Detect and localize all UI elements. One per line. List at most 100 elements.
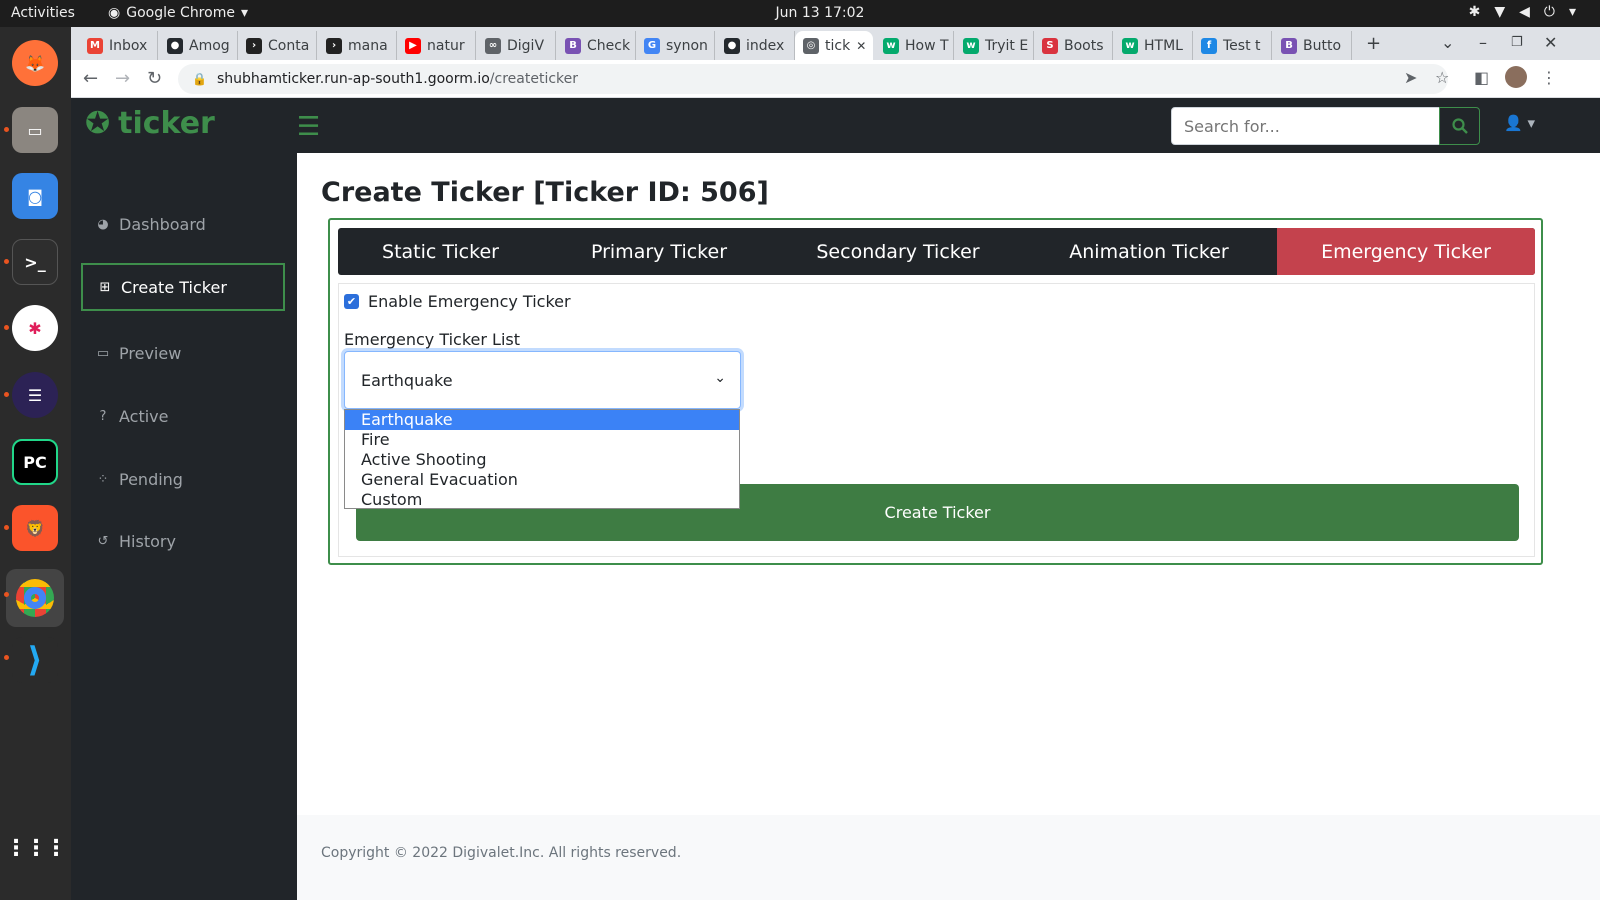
- emergency-ticker-pane: ✔ Enable Emergency Ticker Emergency Tick…: [338, 283, 1535, 557]
- restore-icon[interactable]: ❐: [1511, 35, 1523, 50]
- option-fire[interactable]: Fire: [345, 430, 739, 450]
- main-content: Create Ticker [Ticker ID: 506] Static Ti…: [297, 153, 1600, 900]
- globe-icon: ◎: [803, 37, 819, 54]
- software-store-icon[interactable]: ◙: [12, 173, 58, 219]
- spinner-icon: ⁘: [97, 471, 109, 487]
- back-icon[interactable]: ←: [83, 68, 98, 89]
- browser-tab-label: natur: [427, 37, 465, 54]
- browser-tab[interactable]: ● Amog: [159, 31, 238, 60]
- browser-tab[interactable]: › mana: [318, 31, 397, 60]
- chevron-down-icon: ⌄: [714, 370, 726, 386]
- profile-avatar[interactable]: [1505, 66, 1527, 88]
- vscode-icon[interactable]: ⟩: [12, 637, 58, 683]
- tab-animation-ticker[interactable]: Animation Ticker: [1021, 228, 1277, 275]
- url-host: shubhamticker.run-ap-south1.goorm.io: [216, 71, 490, 87]
- app-navbar: ✪ ticker ☰ 👤 ▾: [71, 98, 1600, 153]
- address-bar[interactable]: 🔒 shubhamticker.run-ap-south1.goorm.io/c…: [178, 64, 1448, 94]
- browser-tab[interactable]: w HTML: [1114, 31, 1193, 60]
- option-active-shooting[interactable]: Active Shooting: [345, 450, 739, 470]
- enable-emergency-label[interactable]: Enable Emergency Ticker: [368, 292, 571, 311]
- system-tray[interactable]: ✱ ▼ ◀ ⏻ ▾: [1469, 4, 1576, 20]
- clock[interactable]: Jun 13 17:02: [0, 5, 1600, 21]
- browser-tab[interactable]: ◎ tick ✕: [795, 31, 873, 60]
- w3schools-icon: w: [883, 37, 899, 54]
- search-input[interactable]: [1171, 107, 1441, 145]
- window-close-icon[interactable]: ✕: [1544, 33, 1557, 52]
- system-top-bar: Activities ◉ Google Chrome ▾ Jun 13 17:0…: [0, 0, 1600, 27]
- sidebar-item-history[interactable]: ↺ History: [81, 517, 285, 565]
- browser-tab[interactable]: ▶ natur: [397, 31, 476, 60]
- brave-icon[interactable]: 🦁: [12, 505, 58, 551]
- option-custom[interactable]: Custom: [345, 490, 739, 510]
- ticker-form-card: Static Ticker Primary Ticker Secondary T…: [328, 218, 1543, 565]
- sidebar-item-dashboard[interactable]: ◕ Dashboard: [81, 200, 285, 248]
- browser-tab[interactable]: w Tryit E: [955, 31, 1034, 60]
- bookmark-star-icon[interactable]: ☆: [1435, 68, 1449, 87]
- browser-tab[interactable]: w How T: [875, 31, 954, 60]
- w3schools-icon: w: [1122, 37, 1138, 54]
- tab-static-ticker[interactable]: Static Ticker: [338, 228, 543, 275]
- browser-tab[interactable]: › Conta: [238, 31, 317, 60]
- browser-tab-label: Tryit E: [985, 37, 1029, 54]
- google-icon: G: [644, 37, 660, 54]
- new-tab-button[interactable]: +: [1366, 33, 1381, 54]
- copyright-text: Copyright © 2022 Digivalet.Inc. All righ…: [321, 845, 682, 861]
- sidebar-item-label: History: [119, 531, 176, 551]
- sidebar-item-pending[interactable]: ⁘ Pending: [81, 455, 285, 503]
- pycharm-icon[interactable]: PC: [12, 439, 58, 485]
- tab-secondary-ticker[interactable]: Secondary Ticker: [775, 228, 1021, 275]
- tab-primary-ticker[interactable]: Primary Ticker: [543, 228, 775, 275]
- chrome-dock-icon[interactable]: [6, 569, 64, 627]
- files-icon[interactable]: ▭: [12, 107, 58, 153]
- browser-tab[interactable]: Gsynon: [636, 31, 715, 60]
- terminal-icon: ›: [326, 37, 342, 54]
- sidebar-toggle-icon[interactable]: ☰: [297, 112, 320, 142]
- tab-close-icon[interactable]: ✕: [856, 39, 866, 53]
- browser-tab[interactable]: B Butto: [1273, 31, 1352, 60]
- browser-tab[interactable]: M Inbox: [79, 31, 158, 60]
- tab-search-icon[interactable]: ⌄: [1441, 33, 1454, 52]
- option-earthquake[interactable]: Earthquake: [345, 410, 739, 430]
- browser-tab-label: index: [746, 37, 785, 54]
- show-apps-icon[interactable]: ⋮⋮⋮: [5, 825, 67, 871]
- dock-running-indicator: [4, 392, 9, 397]
- side-panel-icon[interactable]: ◧: [1474, 68, 1489, 87]
- sidebar-item-active[interactable]: ? Active: [81, 392, 285, 440]
- reload-icon[interactable]: ↻: [147, 68, 162, 89]
- dock: 🦊 ▭ ◙ >_ ✱ ☰ PC 🦁 ⟩ ⋮⋮⋮: [0, 27, 71, 900]
- page-title: Create Ticker [Ticker ID: 506]: [321, 177, 769, 208]
- dock-running-indicator: [4, 127, 9, 132]
- browser-tab[interactable]: B Check: [557, 31, 636, 60]
- brand[interactable]: ✪ ticker: [85, 106, 215, 141]
- eclipse-icon[interactable]: ☰: [12, 372, 58, 418]
- send-icon[interactable]: ➤: [1404, 68, 1417, 87]
- browser-tab[interactable]: S Boots: [1034, 31, 1113, 60]
- user-menu[interactable]: 👤 ▾: [1504, 114, 1535, 132]
- emergency-ticker-select[interactable]: Earthquake ⌄: [344, 351, 741, 409]
- tab-emergency-ticker[interactable]: Emergency Ticker: [1277, 228, 1535, 275]
- sidebar-item-preview[interactable]: ▭ Preview: [81, 329, 285, 377]
- browser-tab[interactable]: ∞ DigiV: [477, 31, 556, 60]
- dock-running-indicator: [4, 592, 9, 597]
- s-icon: S: [1042, 37, 1058, 54]
- sidebar-item-label: Preview: [119, 343, 182, 363]
- browser-tab-label: HTML: [1144, 37, 1183, 54]
- enable-emergency-checkbox[interactable]: ✔: [344, 294, 359, 309]
- bootstrap-icon: B: [1281, 37, 1297, 54]
- browser-tab-label: tick: [825, 37, 851, 54]
- sidebar-item-create-ticker[interactable]: ⊞ Create Ticker: [81, 263, 285, 311]
- search-button[interactable]: [1439, 107, 1480, 145]
- sidebar-item-label: Pending: [119, 469, 183, 489]
- browser-tab[interactable]: ● index: [716, 31, 795, 60]
- dashboard-icon: ◕: [97, 216, 109, 232]
- sidebar-item-label: Active: [119, 406, 169, 426]
- firefox-icon[interactable]: 🦊: [12, 40, 58, 86]
- chrome-menu-icon[interactable]: ⋮: [1541, 68, 1557, 87]
- option-general-evacuation[interactable]: General Evacuation: [345, 470, 739, 490]
- terminal-icon[interactable]: >_: [12, 239, 58, 285]
- minimize-icon[interactable]: –: [1479, 33, 1487, 52]
- slack-icon[interactable]: ✱: [12, 305, 58, 351]
- browser-tab[interactable]: f Test t: [1193, 31, 1272, 60]
- browser-tab-label: Conta: [268, 37, 310, 54]
- forward-icon[interactable]: →: [115, 68, 130, 89]
